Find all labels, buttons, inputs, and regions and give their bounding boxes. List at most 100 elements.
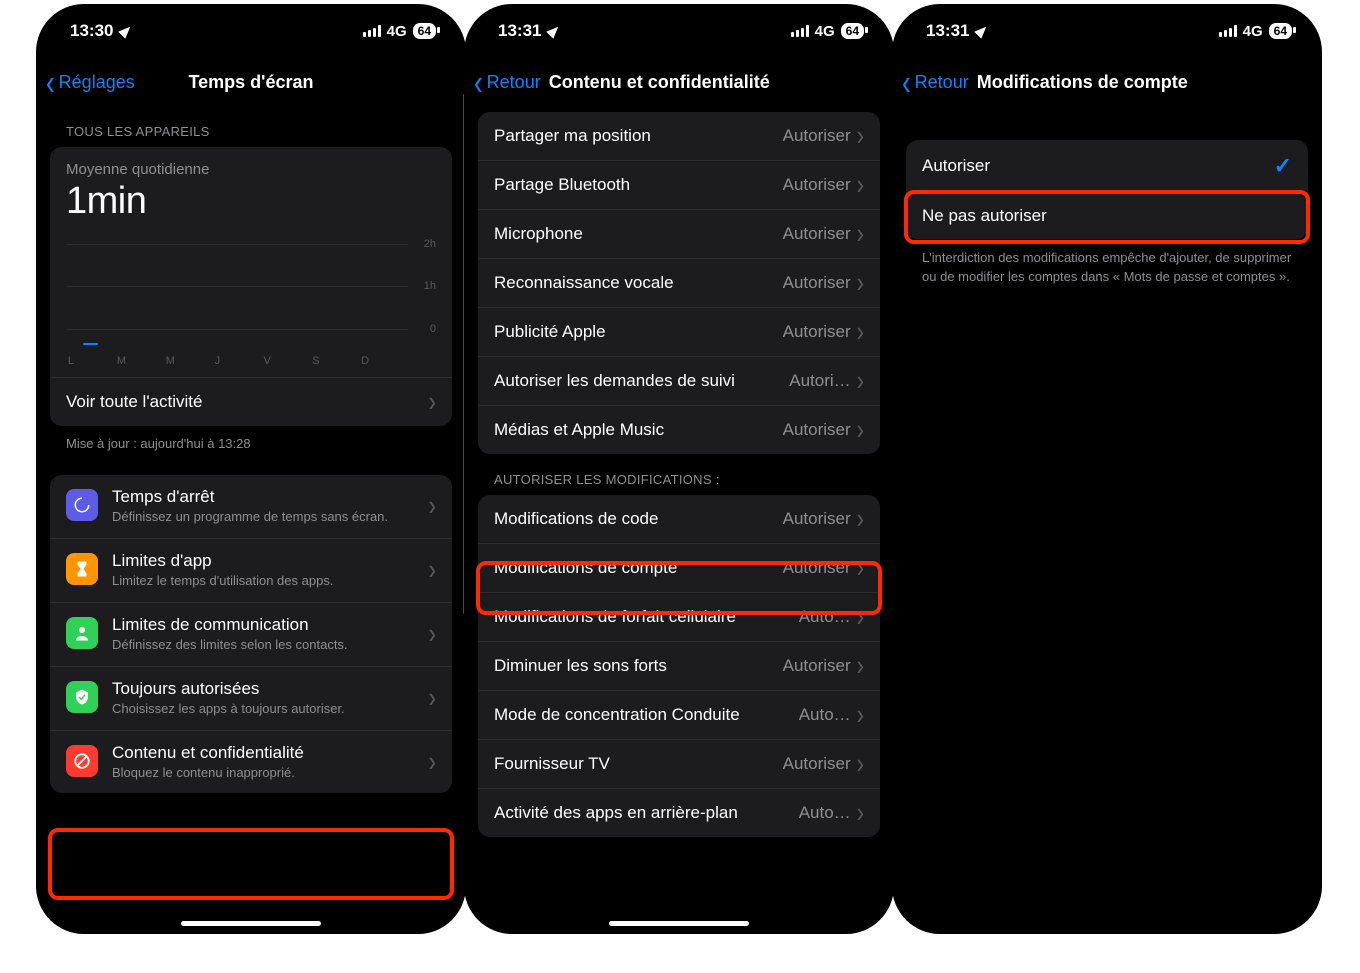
setting-row[interactable]: Activité des apps en arrière-planAuto…› (478, 789, 880, 837)
menu-item-moon[interactable]: Temps d'arrêtDéfinissez un programme de … (50, 475, 452, 539)
chevron-right-icon: › (429, 492, 436, 521)
updated-label: Mise à jour : aujourd'hui à 13:28 (36, 426, 466, 451)
chevron-right-icon: › (857, 554, 864, 583)
avg-value: 1min (66, 180, 436, 223)
menu-item-subtitle: Définissez des limites selon les contact… (112, 637, 429, 654)
menu-item-subtitle: Bloquez le contenu inapproprié. (112, 765, 429, 782)
days-axis: LMMJVSD (50, 351, 452, 367)
allow-options: Autoriser ✓ Ne pas autoriser (906, 140, 1308, 239)
setting-label: Diminuer les sons forts (494, 656, 783, 676)
status-time: 13:31 (926, 21, 969, 41)
see-all-activity[interactable]: Voir toute l'activité › (50, 377, 452, 426)
screenshot-3-account-changes: 13:31 4G 64 ‹ Retour Modifications de co… (892, 4, 1322, 934)
priv-icon (66, 745, 98, 777)
back-label: Réglages (59, 72, 135, 93)
setting-label: Publicité Apple (494, 322, 783, 342)
menu-item-title: Contenu et confidentialité (112, 743, 429, 763)
chevron-right-icon: › (857, 799, 864, 828)
location-icon (975, 23, 991, 39)
setting-value: Autoriser (783, 558, 851, 578)
menu-item-title: Toujours autorisées (112, 679, 429, 699)
menu-item-title: Limites de communication (112, 615, 429, 635)
chevron-right-icon: › (857, 701, 864, 730)
privacy-group-1: Partager ma positionAutoriser›Partage Bl… (478, 112, 880, 454)
setting-row[interactable]: Reconnaissance vocaleAutoriser › (478, 259, 880, 308)
setting-value: Autoriser (783, 322, 851, 342)
setting-row[interactable]: Partager ma positionAutoriser› (478, 112, 880, 161)
option-allow[interactable]: Autoriser ✓ (906, 140, 1308, 193)
menu-item-hour[interactable]: Limites d'appLimitez le temps d'utilisat… (50, 539, 452, 603)
back-button[interactable]: ‹ Retour (474, 69, 541, 95)
chevron-right-icon: › (857, 750, 864, 779)
setting-value: Autoriser (783, 656, 851, 676)
menu-item-subtitle: Choisissez les apps à toujours autoriser… (112, 701, 429, 718)
setting-label: Modifications de forfait cellulaire (494, 607, 799, 627)
chevron-right-icon: › (857, 171, 864, 200)
home-indicator[interactable] (609, 921, 749, 926)
setting-label: Reconnaissance vocale (494, 273, 783, 293)
network-label: 4G (815, 23, 835, 40)
back-button[interactable]: ‹ Réglages (46, 69, 135, 95)
back-label: Retour (487, 72, 541, 93)
setting-row[interactable]: Modifications de forfait cellulaireAuto…… (478, 593, 880, 642)
comm-icon (66, 617, 98, 649)
setting-row[interactable]: Partage BluetoothAutoriser › (478, 161, 880, 210)
setting-row[interactable]: Publicité AppleAutoriser› (478, 308, 880, 357)
usage-card[interactable]: Moyenne quotidienne 1min 2h 1h 0 LMMJVSD… (50, 147, 452, 426)
setting-value: Auto… (799, 705, 851, 725)
setting-row[interactable]: Autoriser les demandes de suiviAutori…› (478, 357, 880, 406)
setting-row[interactable]: Mode de concentration ConduiteAuto… › (478, 691, 880, 740)
menu-item-priv[interactable]: Contenu et confidentialité Bloquez le con… (50, 731, 452, 794)
section-header-allow-changes: AUTORISER LES MODIFICATIONS : (464, 454, 894, 495)
setting-row[interactable]: Modifications de compteAutoriser › (478, 544, 880, 593)
hour-icon (66, 553, 98, 585)
setting-row[interactable]: Modifications de codeAutoriser› (478, 495, 880, 544)
menu-item-comm[interactable]: Limites de communication Définissez des l… (50, 603, 452, 667)
battery-icon: 64 (841, 23, 864, 39)
setting-value: Autoriser (783, 754, 851, 774)
menu-item-title: Temps d'arrêt (112, 487, 429, 507)
setting-label: Fournisseur TV (494, 754, 783, 774)
battery-icon: 64 (413, 23, 436, 39)
back-button[interactable]: ‹ Retour (902, 69, 969, 95)
signal-icon (791, 25, 809, 37)
chevron-right-icon: › (857, 505, 864, 534)
chevron-right-icon: › (429, 388, 436, 417)
chevron-right-icon: › (857, 652, 864, 681)
section-footer: L'interdiction des modifications empêche… (892, 239, 1322, 295)
setting-value: Autoriser (783, 509, 851, 529)
setting-value: Autoriser (783, 175, 851, 195)
setting-row[interactable]: Médias et Apple MusicAutoriser› (478, 406, 880, 454)
section-header-devices: TOUS LES APPAREILS (36, 106, 466, 147)
option-disallow[interactable]: Ne pas autoriser (906, 193, 1308, 239)
setting-row[interactable]: MicrophoneAutoriser› (478, 210, 880, 259)
setting-row[interactable]: Diminuer les sons fortsAutoriser › (478, 642, 880, 691)
setting-value: Autori… (789, 371, 850, 391)
chevron-right-icon: › (429, 684, 436, 713)
setting-label: Activité des apps en arrière-plan (494, 803, 799, 823)
setting-label: Partager ma position (494, 126, 783, 146)
menu-item-allow[interactable]: Toujours autorisées Choisissez les apps à… (50, 667, 452, 731)
chevron-right-icon: › (857, 269, 864, 298)
setting-label: Mode de concentration Conduite (494, 705, 799, 725)
battery-icon: 64 (1269, 23, 1292, 39)
page-title: Modifications de compte (977, 72, 1188, 93)
setting-value: Autoriser (783, 420, 851, 440)
chevron-left-icon: ‹ (474, 64, 483, 100)
setting-label: Partage Bluetooth (494, 175, 783, 195)
screenshot-1-screen-time: 13:30 4G 64 ‹ Réglages Temps d'écran TOU… (36, 4, 466, 934)
home-indicator[interactable] (181, 921, 321, 926)
signal-icon (1219, 25, 1237, 37)
setting-label: Autoriser les demandes de suivi (494, 371, 789, 391)
chevron-right-icon: › (429, 620, 436, 649)
setting-label: Modifications de compte (494, 558, 783, 578)
status-time: 13:31 (498, 21, 541, 41)
page-title: Contenu et confidentialité (549, 72, 770, 93)
setting-value: Autoriser (783, 273, 851, 293)
privacy-group-2: Modifications de codeAutoriser›Modificat… (478, 495, 880, 837)
network-label: 4G (1243, 23, 1263, 40)
setting-row[interactable]: Fournisseur TVAutoriser › (478, 740, 880, 789)
setting-value: Auto… (799, 607, 851, 627)
status-time: 13:30 (70, 21, 113, 41)
back-label: Retour (915, 72, 969, 93)
